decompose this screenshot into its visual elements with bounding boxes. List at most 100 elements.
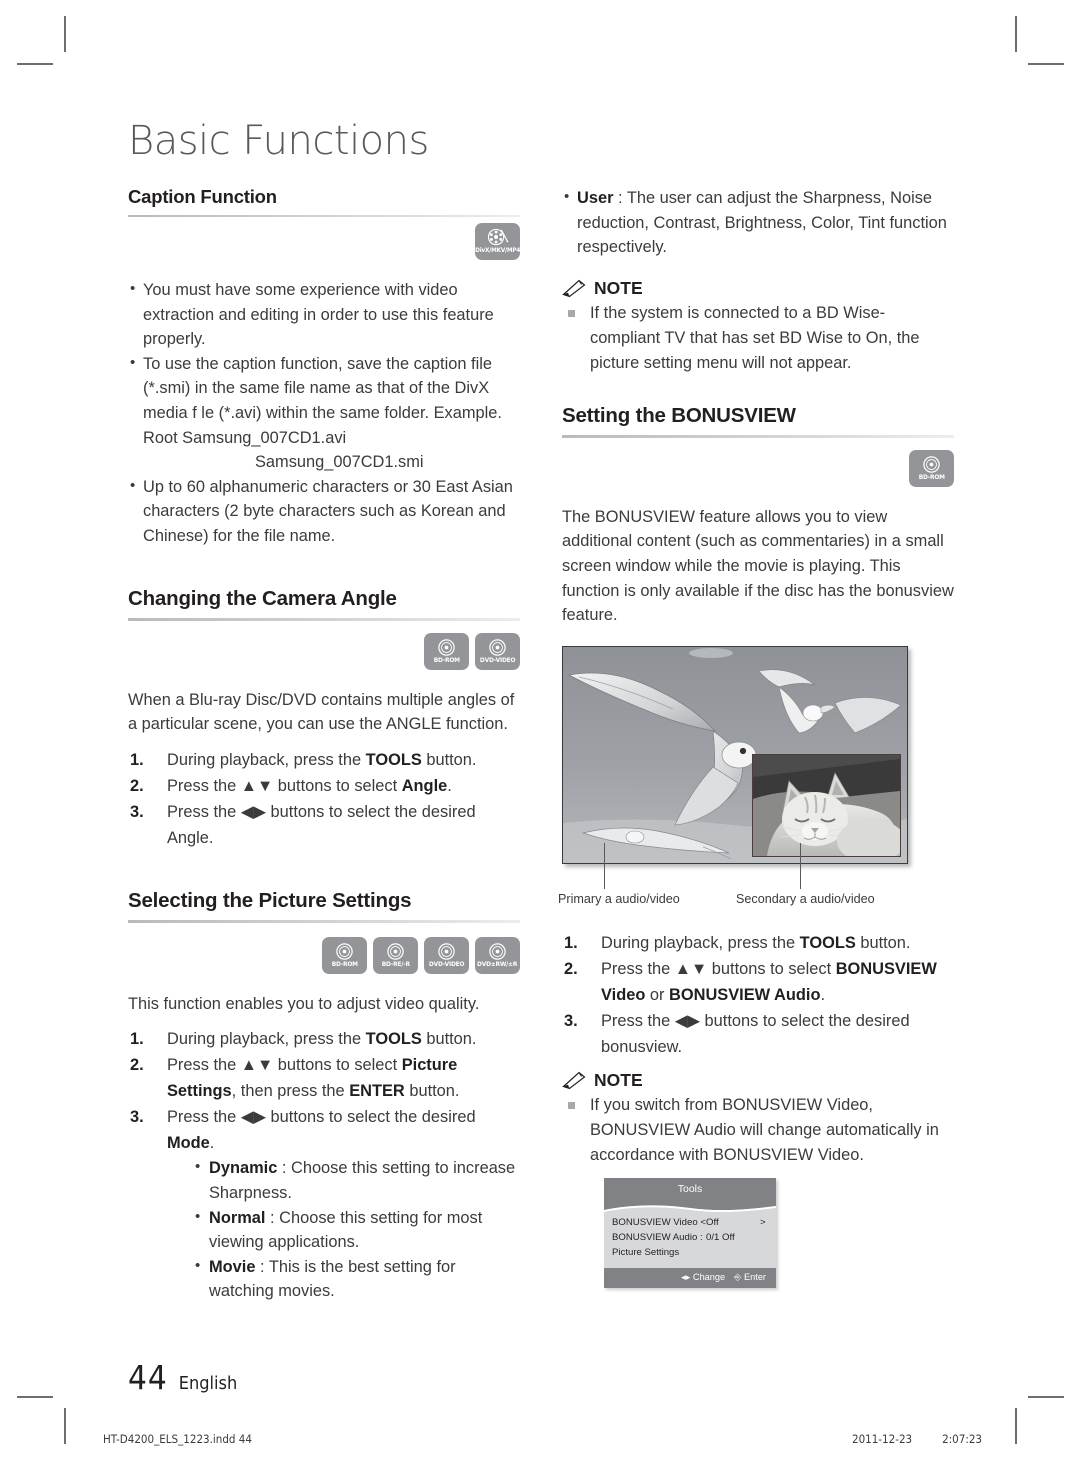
step-text-mid: , then press the [231, 1082, 350, 1101]
osd-row-value: 0/1 Off [706, 1231, 735, 1243]
caption-primary: Primary a audio/video [558, 891, 680, 906]
step-number: 3. [130, 802, 144, 821]
disc-icon-dvd-video: DVD-VIDEO [424, 936, 469, 974]
step-number: 1. [564, 933, 578, 952]
list-item: Normal : Choose this setting for most vi… [195, 1204, 520, 1255]
media-icon-label: DivX/MKV/MP4 [474, 247, 521, 254]
osd-wave-divider [604, 1198, 776, 1215]
step-number: 1. [130, 1030, 144, 1049]
section-heading-bonusview: Setting the BONUSVIEW [562, 403, 796, 427]
osd-footer: ◂▸ Change ⎆ Enter [604, 1267, 776, 1288]
pencil-note-icon [562, 279, 586, 298]
user-mode-bullet: User : The user can adjust the Sharpness… [562, 185, 954, 260]
step-text: Press the ▲▼ buttons to select [167, 776, 402, 795]
step-bold: Mode [167, 1134, 210, 1153]
note-label: NOTE [594, 277, 643, 298]
list-item: Up to 60 alphanumeric characters or 30 E… [128, 474, 520, 549]
list-item: Dynamic : Choose this setting to increas… [195, 1155, 520, 1205]
list-item: 3. Press the ◀▶ buttons to select the de… [562, 1008, 954, 1060]
note-list: If the system is connected to a BD Wise-… [562, 301, 954, 376]
bullet-text: Up to 60 alphanumeric characters or 30 E… [143, 477, 513, 545]
chevron-right-icon[interactable]: > [760, 1217, 766, 1228]
disc-glyph [923, 456, 940, 473]
media-icons-picture-settings: BD-ROM BD-RE/-R DVD-VIDEO DVD±RW/±R [128, 936, 520, 974]
right-column: User : The user can adjust the Sharpness… [558, 185, 954, 1288]
bonusview-steps: 1. During playback, press the TOOLS butt… [562, 930, 954, 1060]
print-time: 2:07:23 [942, 1432, 982, 1446]
disc-glyph [489, 638, 506, 656]
step-text: Press the ◀▶ buttons to select the desir… [167, 1108, 476, 1127]
osd-rows: BONUSVIEW Video < Off > BONUSVIEW Audio … [604, 1214, 776, 1268]
disc-icon-bd-rom: BD-ROM [424, 632, 469, 670]
media-icon-label: BD-ROM [433, 656, 460, 664]
section-heading-caption-function: Caption Function [128, 186, 277, 207]
step-text-tail: . [209, 1134, 215, 1153]
step-text-tail: . [447, 776, 452, 795]
leader-line-primary [604, 842, 605, 889]
secondary-video-inset [752, 753, 901, 857]
list-item: 3. Press the ◀▶ buttons to select the de… [128, 1104, 520, 1304]
leader-line-secondary [800, 842, 801, 889]
media-icon-label: DVD-VIDEO [479, 656, 516, 664]
step-text-tail: button. [404, 1082, 460, 1101]
section-heading-camera-angle: Changing the Camera Angle [128, 586, 397, 610]
heading-rule [562, 434, 954, 438]
step-text-tail: button. [421, 750, 477, 769]
mode-desc: : The user can adjust the Sharpness, Noi… [577, 189, 947, 257]
tools-osd-screenshot: Tools BONUSVIEW Video < Off > BONUSVIEW … [604, 1177, 776, 1288]
page-number: 44 [128, 1358, 168, 1397]
heading-rule [128, 919, 520, 923]
note-text: If the system is connected to a BD Wise-… [590, 303, 920, 372]
disc-icon-bd-re-r: BD-RE/-R [373, 936, 418, 974]
heading-rule [128, 215, 520, 217]
caption-function-bullets: You must have some experience with video… [128, 277, 520, 549]
step-text-tail: . [820, 985, 826, 1004]
step-bold: Angle [401, 776, 448, 795]
osd-row-picture-settings[interactable]: Picture Settings [612, 1247, 768, 1262]
list-item: 2. Press the ▲▼ buttons to select Pictur… [128, 1052, 520, 1104]
mode-name: User [577, 189, 614, 207]
step-bold-2: BONUSVIEW Audio [669, 985, 821, 1004]
media-icons-camera-angle: BD-ROM DVD-VIDEO [128, 632, 520, 670]
step-bold-2: ENTER [349, 1082, 405, 1101]
heading-rule [128, 617, 520, 621]
media-icon-label: BD-ROM [918, 473, 945, 481]
step-text-tail: button. [421, 1030, 477, 1049]
mode-name: Dynamic [209, 1159, 278, 1178]
caption-secondary: Secondary a audio/video [736, 891, 875, 906]
primary-video-photo [562, 645, 908, 864]
camera-angle-steps: 1. During playback, press the TOOLS butt… [128, 747, 520, 851]
film-reel-glyph [487, 228, 509, 246]
osd-row-value: Off [706, 1216, 719, 1228]
list-item: 3. Press the ◀▶ buttons to select the de… [128, 799, 520, 851]
osd-row-bonusview-audio[interactable]: BONUSVIEW Audio : 0/1 Off [612, 1232, 768, 1247]
camera-angle-intro: When a Blu-ray Disc/DVD contains multipl… [128, 690, 515, 734]
note-heading: NOTE [562, 278, 954, 299]
step-text: During playback, press the [167, 1030, 366, 1049]
disc-icon-dvd-video: DVD-VIDEO [475, 632, 520, 670]
osd-row-label: BONUSVIEW Video < [612, 1216, 706, 1228]
step-text: Press the ▲▼ buttons to select [601, 959, 836, 978]
cat-photo [753, 754, 900, 856]
step-text: During playback, press the [601, 933, 800, 952]
osd-row-label: Picture Settings [612, 1246, 680, 1258]
note-heading: NOTE [562, 1070, 954, 1091]
print-timestamp: 2011-12-23 2:07:23 [852, 1432, 982, 1446]
step-text: Press the ◀▶ buttons to select the desir… [601, 1011, 910, 1056]
step-bold: TOOLS [799, 933, 856, 952]
divx-film-icon: DivX/MKV/MP4 [475, 223, 520, 260]
step-text-tail: button. [855, 933, 911, 952]
picture-settings-intro: This function enables you to adjust vide… [128, 994, 480, 1013]
disc-icon-bd-rom: BD-ROM [909, 449, 954, 487]
step-number: 2. [564, 959, 578, 978]
disc-glyph [336, 943, 353, 960]
step-number: 2. [130, 1056, 144, 1075]
step-text: Press the ▲▼ buttons to select [167, 1056, 402, 1075]
chapter-title: Basic Functions [128, 118, 429, 164]
osd-row-bonusview-video[interactable]: BONUSVIEW Video < Off > [612, 1217, 768, 1232]
pencil-note-icon [562, 1071, 586, 1090]
picture-settings-steps: 1. During playback, press the TOOLS butt… [128, 1026, 520, 1304]
figure-captions: Primary a audio/video Secondary a audio/… [558, 891, 906, 912]
step-number: 3. [130, 1108, 144, 1127]
media-icon-label: DVD-VIDEO [428, 960, 465, 968]
